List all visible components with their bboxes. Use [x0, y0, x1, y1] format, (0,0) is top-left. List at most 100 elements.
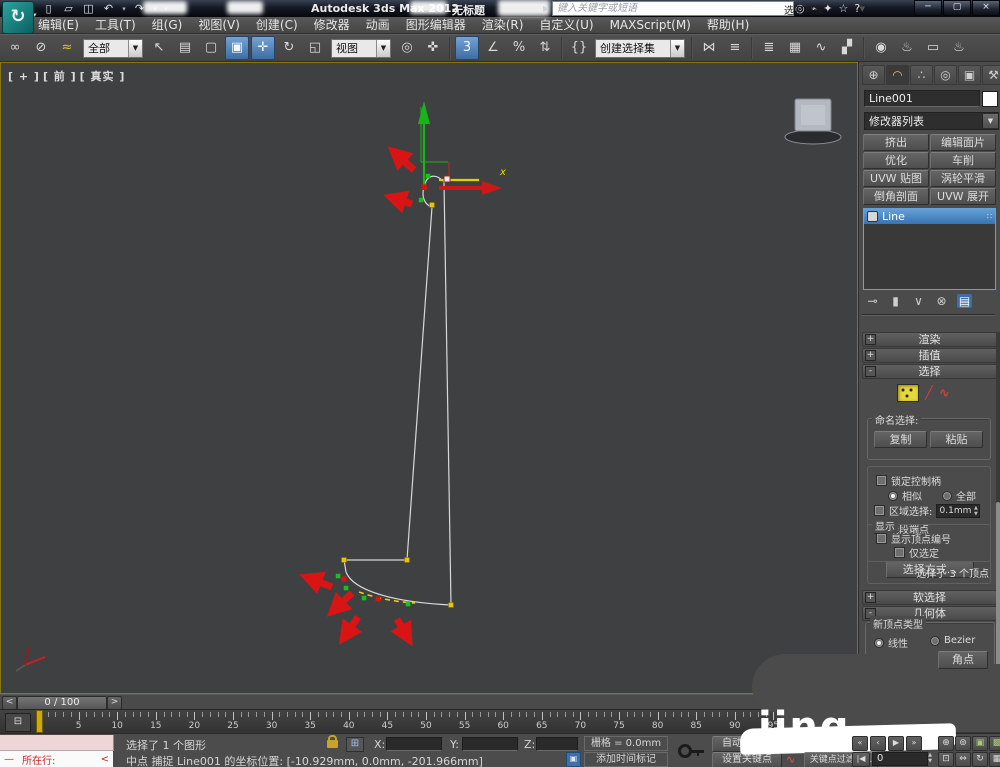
spinner-icon[interactable]: ▲ ▼	[972, 505, 979, 517]
current-frame-marker[interactable]	[36, 710, 43, 733]
maximize-button[interactable]: ▢	[943, 0, 971, 16]
remove-modifier-button[interactable]: ⊗	[934, 294, 949, 308]
rollout-expand-icon[interactable]: +	[865, 350, 876, 361]
close-button[interactable]: ×	[972, 0, 1000, 16]
undo-flyout[interactable]: ▾	[120, 2, 128, 16]
new-file-button[interactable]: ▯	[40, 2, 57, 16]
viewport-menu-plus[interactable]: [ + ]	[8, 70, 40, 83]
frame-spinner-icon[interactable]: ▲ ▼	[926, 752, 934, 765]
object-color-swatch[interactable]	[982, 91, 998, 107]
use-pivot-center-button[interactable]: ◎	[395, 36, 419, 60]
modify-tab[interactable]: ◠	[886, 65, 909, 85]
area-threshold-field[interactable]: 0.1mm ▲ ▼	[936, 503, 981, 518]
selected-segment[interactable]	[358, 591, 416, 604]
vertex-mode-button[interactable]	[897, 384, 919, 402]
zoom-all-button[interactable]: ⊚	[955, 736, 971, 751]
bezier-radio[interactable]	[930, 635, 940, 646]
render-production-button[interactable]: ♨	[947, 36, 971, 60]
alike-radio[interactable]	[888, 490, 898, 501]
stack-item-line[interactable]: Line ∷	[864, 209, 995, 224]
lock-handles-checkbox[interactable]	[876, 475, 887, 486]
y-coord-field[interactable]	[462, 737, 518, 751]
maxscript-listener-white[interactable]: — 所在行: <	[0, 751, 113, 767]
minimize-button[interactable]: ─	[914, 0, 942, 16]
menu-item[interactable]: MAXScript(M)	[602, 17, 699, 33]
menu-item[interactable]: 修改器	[306, 17, 358, 33]
previous-frame-arrow[interactable]: <	[2, 696, 17, 710]
absolute-mode-toggle[interactable]: ⊞	[346, 737, 364, 752]
select-and-link-button[interactable]: ∞	[3, 36, 27, 60]
percent-snap-toggle[interactable]: %	[507, 36, 531, 60]
select-object-button[interactable]: ↖	[147, 36, 171, 60]
area-selection-checkbox[interactable]	[874, 505, 885, 516]
curve-editor-button[interactable]: ∿	[809, 36, 833, 60]
stack-resize-grip-icon[interactable]: ∷	[987, 212, 992, 221]
modifier-shortcut-button[interactable]: 倒角剖面	[863, 188, 929, 205]
unlink-selection-button[interactable]: ⊘	[29, 36, 53, 60]
set-keys-button[interactable]	[678, 738, 708, 764]
modifier-shortcut-button[interactable]: 优化	[863, 152, 929, 169]
render-setup-button[interactable]: ♨	[895, 36, 919, 60]
orbit-button[interactable]: ↻	[972, 752, 988, 767]
bind-to-space-warp-button[interactable]: ≈	[55, 36, 79, 60]
all-radio[interactable]	[942, 490, 952, 501]
undo-button[interactable]: ↶	[100, 2, 117, 16]
go-to-start-button[interactable]: «	[852, 736, 868, 751]
zoom-extents-all-button[interactable]: ▩	[989, 736, 1000, 751]
menu-item[interactable]: 工具(T)	[87, 17, 144, 33]
next-frame-arrow[interactable]: >	[107, 696, 122, 710]
hierarchy-tab[interactable]: ∴	[910, 65, 933, 85]
rectangular-selection-button[interactable]: ▢	[199, 36, 223, 60]
modifier-shortcut-button[interactable]: UVW 贴图	[863, 170, 929, 187]
show-end-result-button[interactable]: ▮	[888, 294, 903, 308]
search-input[interactable]: 键入关键字或短语	[552, 1, 794, 16]
rollout-soft-selection[interactable]: + 软选择	[862, 590, 997, 605]
viewport-front[interactable]: [ + ][ 前 ][ 真实 ] x	[0, 62, 858, 694]
viewport-canvas[interactable]: x	[1, 63, 859, 693]
snaps-toggle[interactable]: 3	[455, 36, 479, 60]
window-crossing-toggle[interactable]: ▣	[225, 36, 249, 60]
segment-mode-button[interactable]: ╱	[925, 386, 933, 401]
modifier-list-dropdown[interactable]: 修改器列表 ▼	[864, 112, 999, 130]
play-animation-button[interactable]: ▶	[888, 736, 904, 751]
stack-onoff-icon[interactable]	[867, 211, 878, 222]
app-logo-button[interactable]: ↻	[2, 1, 34, 34]
modifier-shortcut-button[interactable]: UVW 展开	[930, 188, 996, 205]
rendered-frame-button[interactable]: ▭	[921, 36, 945, 60]
viewport-menu-shading[interactable]: [ 真实 ]	[80, 70, 126, 83]
object-name-field[interactable]: Line001	[864, 90, 980, 107]
time-slider-handle[interactable]: 0 / 100	[17, 696, 107, 710]
select-and-manipulate-button[interactable]: ✜	[421, 36, 445, 60]
reference-coordinate-dropdown[interactable]: 视图 ▼	[331, 38, 391, 58]
zoom-region-button[interactable]: ⊡	[938, 752, 954, 767]
paste-button[interactable]: 粘贴	[930, 431, 983, 448]
mini-curve-editor-button[interactable]: ⊟	[5, 713, 31, 732]
make-unique-button[interactable]: ∨	[911, 294, 926, 308]
spline-shape[interactable]	[343, 175, 452, 606]
maxscript-listener-pink[interactable]	[0, 735, 114, 751]
vertex-markers[interactable]	[335, 173, 454, 608]
configure-modifier-sets-button[interactable]: ▤	[957, 294, 972, 308]
select-by-name-button[interactable]: ▤	[173, 36, 197, 60]
corner-button[interactable]: 角点	[938, 651, 988, 669]
modifier-shortcut-button[interactable]: 挤出	[863, 134, 929, 151]
pan-view-button[interactable]: ⇔	[955, 752, 971, 767]
rollout-expand-icon[interactable]: +	[865, 592, 876, 603]
modifier-shortcut-button[interactable]: 编辑面片	[930, 134, 996, 151]
select-and-rotate-button[interactable]: ↻	[277, 36, 301, 60]
layer-manager-button[interactable]: ≣	[757, 36, 781, 60]
zoom-extents-button[interactable]: ▣	[972, 736, 988, 751]
named-sets-dropdown[interactable]: 创建选择集 ▼	[595, 38, 685, 58]
selection-filter-dropdown[interactable]: 全部 ▼	[83, 38, 143, 58]
z-coord-field[interactable]	[536, 737, 578, 751]
selected-only-checkbox[interactable]	[894, 547, 905, 558]
align-button[interactable]: ≡	[723, 36, 747, 60]
selection-lock-icon[interactable]	[327, 735, 338, 748]
modifier-shortcut-button[interactable]: 车削	[930, 152, 996, 169]
menu-item[interactable]: 渲染(R)	[474, 17, 532, 33]
current-frame-field[interactable]: 0	[872, 752, 928, 766]
listener-scroll-icon[interactable]: <	[101, 754, 109, 765]
material-editor-button[interactable]: ◉	[869, 36, 893, 60]
time-tag-icon[interactable]: ▣	[566, 752, 581, 767]
edit-named-sets-button[interactable]: {}	[567, 36, 591, 60]
